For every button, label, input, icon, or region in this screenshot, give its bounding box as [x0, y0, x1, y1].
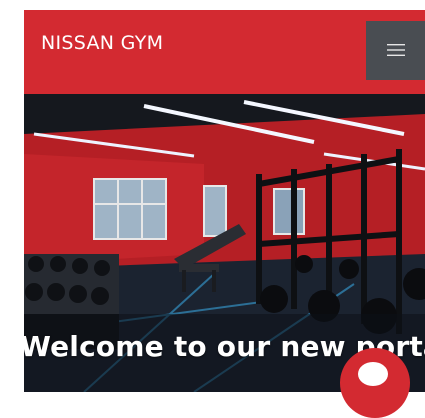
chat-button[interactable] — [340, 348, 410, 418]
site-header: NISSAN GYM — [24, 10, 425, 94]
chat-bubble-icon — [358, 362, 388, 386]
hamburger-menu-icon — [387, 44, 405, 56]
page-frame: NISSAN GYM Welcome to our new porta — [24, 10, 425, 392]
brand-logo-text[interactable]: NISSAN GYM — [41, 32, 163, 54]
hero-banner: Welcome to our new porta — [24, 94, 425, 392]
menu-toggle-button[interactable] — [366, 21, 425, 80]
